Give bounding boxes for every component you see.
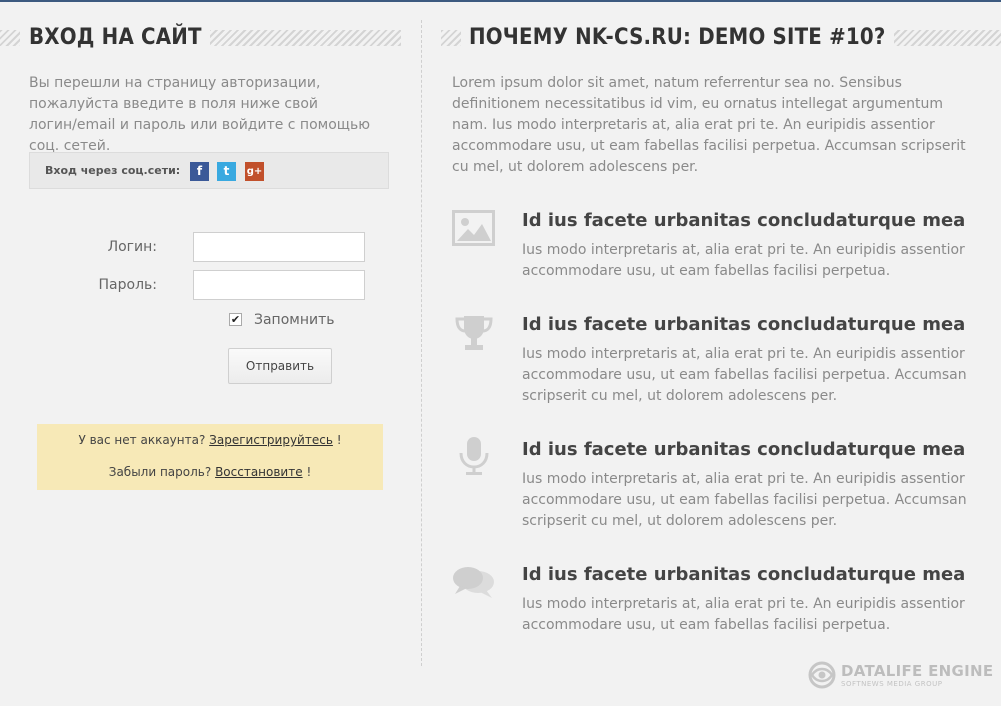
heading-hatch-left <box>0 30 20 46</box>
register-line: У вас нет аккаунта? Зарегистрируйтесь ! <box>37 433 383 447</box>
login-intro: Вы перешли на страницу авторизации, пожа… <box>29 75 371 154</box>
column-divider <box>421 20 422 666</box>
password-input[interactable] <box>193 270 365 300</box>
register-exclaim: ! <box>336 433 342 447</box>
image-icon <box>452 210 495 246</box>
top-accent-line <box>0 0 1001 2</box>
remember-checkbox[interactable]: ✔ <box>229 313 242 326</box>
feature-text: Ius modo interpretaris at, alia erat pri… <box>522 242 965 279</box>
feature-text: Ius modo interpretaris at, alia erat pri… <box>522 596 965 633</box>
trophy-icon <box>455 316 493 350</box>
datalife-engine-logo[interactable]: DATALIFE ENGINE SOFTNEWS MEDIA GROUP <box>808 660 993 692</box>
login-title: ВХОД НА САЙТ <box>29 23 210 53</box>
feature-title: Id ius facete urbanitas concludaturque m… <box>522 314 966 335</box>
social-label: Вход через соц.сети: <box>45 164 181 177</box>
feature-text: Ius modo interpretaris at, alia erat pri… <box>522 471 967 529</box>
chat-bubbles-icon <box>453 567 494 598</box>
login-input[interactable] <box>193 232 365 262</box>
restore-link[interactable]: Восстановите <box>215 465 303 479</box>
microphone-icon <box>459 437 489 475</box>
why-intro: Lorem ipsum dolor sit amet, natum referr… <box>452 75 966 175</box>
password-label: Пароль: <box>98 277 157 293</box>
why-title: ПОЧЕМУ NK-CS.RU: DEMO SITE #10? <box>469 23 894 53</box>
feature-title: Id ius facete urbanitas concludaturque m… <box>522 210 966 231</box>
restore-exclaim: ! <box>306 465 312 479</box>
heading-hatch-right <box>441 30 461 46</box>
login-label: Логин: <box>107 239 157 255</box>
brand-name: DATALIFE ENGINE <box>841 662 994 680</box>
feature-title: Id ius facete urbanitas concludaturque m… <box>522 564 966 585</box>
feature-text: Ius modo interpretaris at, alia erat pri… <box>522 346 967 404</box>
submit-button[interactable]: Отправить <box>228 348 332 384</box>
remember-label[interactable]: Запомнить <box>254 312 335 328</box>
dle-logo-icon <box>808 661 836 689</box>
brand-subtitle: SOFTNEWS MEDIA GROUP <box>841 680 943 688</box>
restore-line: Забыли пароль? Восстановите ! <box>37 465 383 479</box>
register-link[interactable]: Зарегистрируйтесь <box>209 433 333 447</box>
twitter-icon[interactable]: t <box>217 162 236 181</box>
no-account-text: У вас нет аккаунта? <box>78 433 206 447</box>
google-plus-icon[interactable]: g+ <box>245 162 264 181</box>
facebook-icon[interactable]: f <box>190 162 209 181</box>
account-notice: У вас нет аккаунта? Зарегистрируйтесь ! … <box>37 424 383 490</box>
feature-title: Id ius facete urbanitas concludaturque m… <box>522 439 966 460</box>
forgot-text: Забыли пароль? <box>108 465 212 479</box>
social-login-box: Вход через соц.сети: f t g+ <box>29 152 389 189</box>
